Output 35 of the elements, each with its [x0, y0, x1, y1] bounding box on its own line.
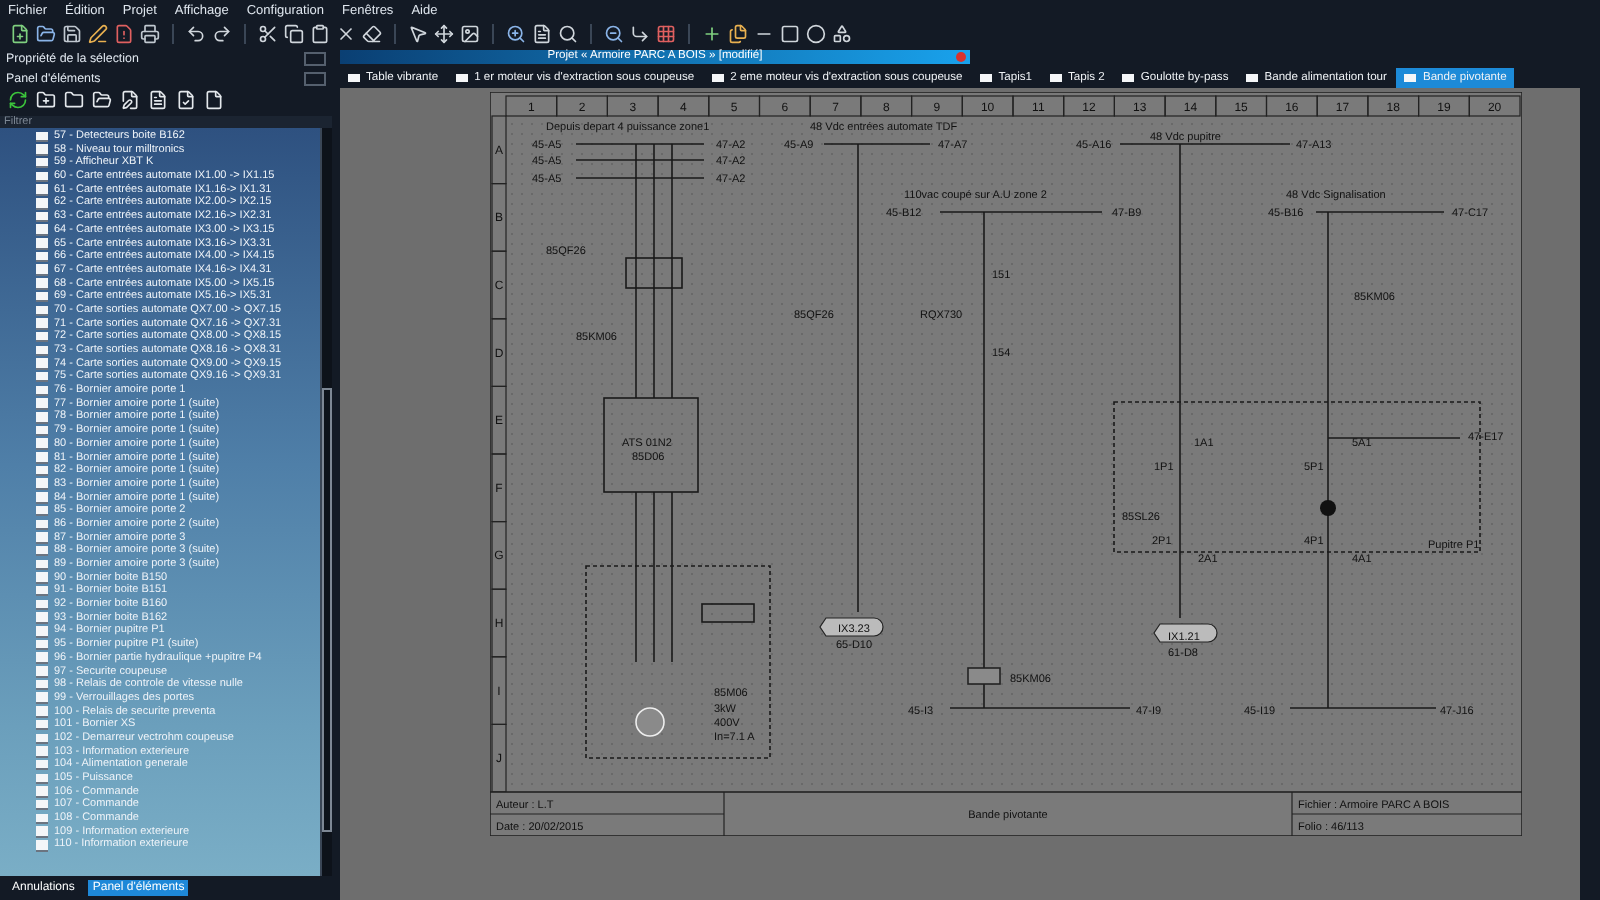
edit-file-icon[interactable] — [120, 90, 140, 110]
shape-icon[interactable] — [832, 24, 852, 44]
redo-icon[interactable] — [212, 24, 232, 44]
connector-icon[interactable] — [630, 24, 650, 44]
scrollbar[interactable] — [320, 128, 332, 876]
save-icon[interactable] — [62, 24, 82, 44]
file-icon[interactable] — [148, 90, 168, 110]
copy-icon[interactable] — [284, 24, 304, 44]
panel-buttons-icon[interactable] — [304, 71, 326, 85]
file-icon[interactable] — [204, 90, 224, 110]
search-icon[interactable] — [558, 24, 578, 44]
rectangle-icon[interactable] — [780, 24, 800, 44]
refresh-icon[interactable] — [8, 90, 28, 110]
move-icon[interactable] — [434, 24, 454, 44]
paste-icon[interactable] — [310, 24, 330, 44]
file-icon[interactable] — [176, 90, 196, 110]
cut-icon[interactable] — [258, 24, 278, 44]
delete-icon[interactable] — [336, 24, 356, 44]
new-file-icon[interactable] — [10, 24, 30, 44]
pen-icon[interactable] — [88, 24, 108, 44]
grid-icon[interactable] — [656, 24, 676, 44]
image-icon[interactable] — [460, 24, 480, 44]
undo-icon[interactable] — [186, 24, 206, 44]
print-icon[interactable] — [140, 24, 160, 44]
add-icon[interactable] — [702, 24, 722, 44]
file-alert-icon[interactable] — [114, 24, 134, 44]
ellipse-icon[interactable] — [806, 24, 826, 44]
eraser-icon[interactable] — [362, 24, 382, 44]
new-folder-icon[interactable] — [36, 90, 56, 110]
zoom-out-icon[interactable] — [604, 24, 624, 44]
pointer-icon[interactable] — [408, 24, 428, 44]
zoom-in-icon[interactable] — [506, 24, 526, 44]
page-icon[interactable] — [532, 24, 552, 44]
layers-icon[interactable] — [728, 24, 748, 44]
folder-icon[interactable] — [36, 24, 56, 44]
